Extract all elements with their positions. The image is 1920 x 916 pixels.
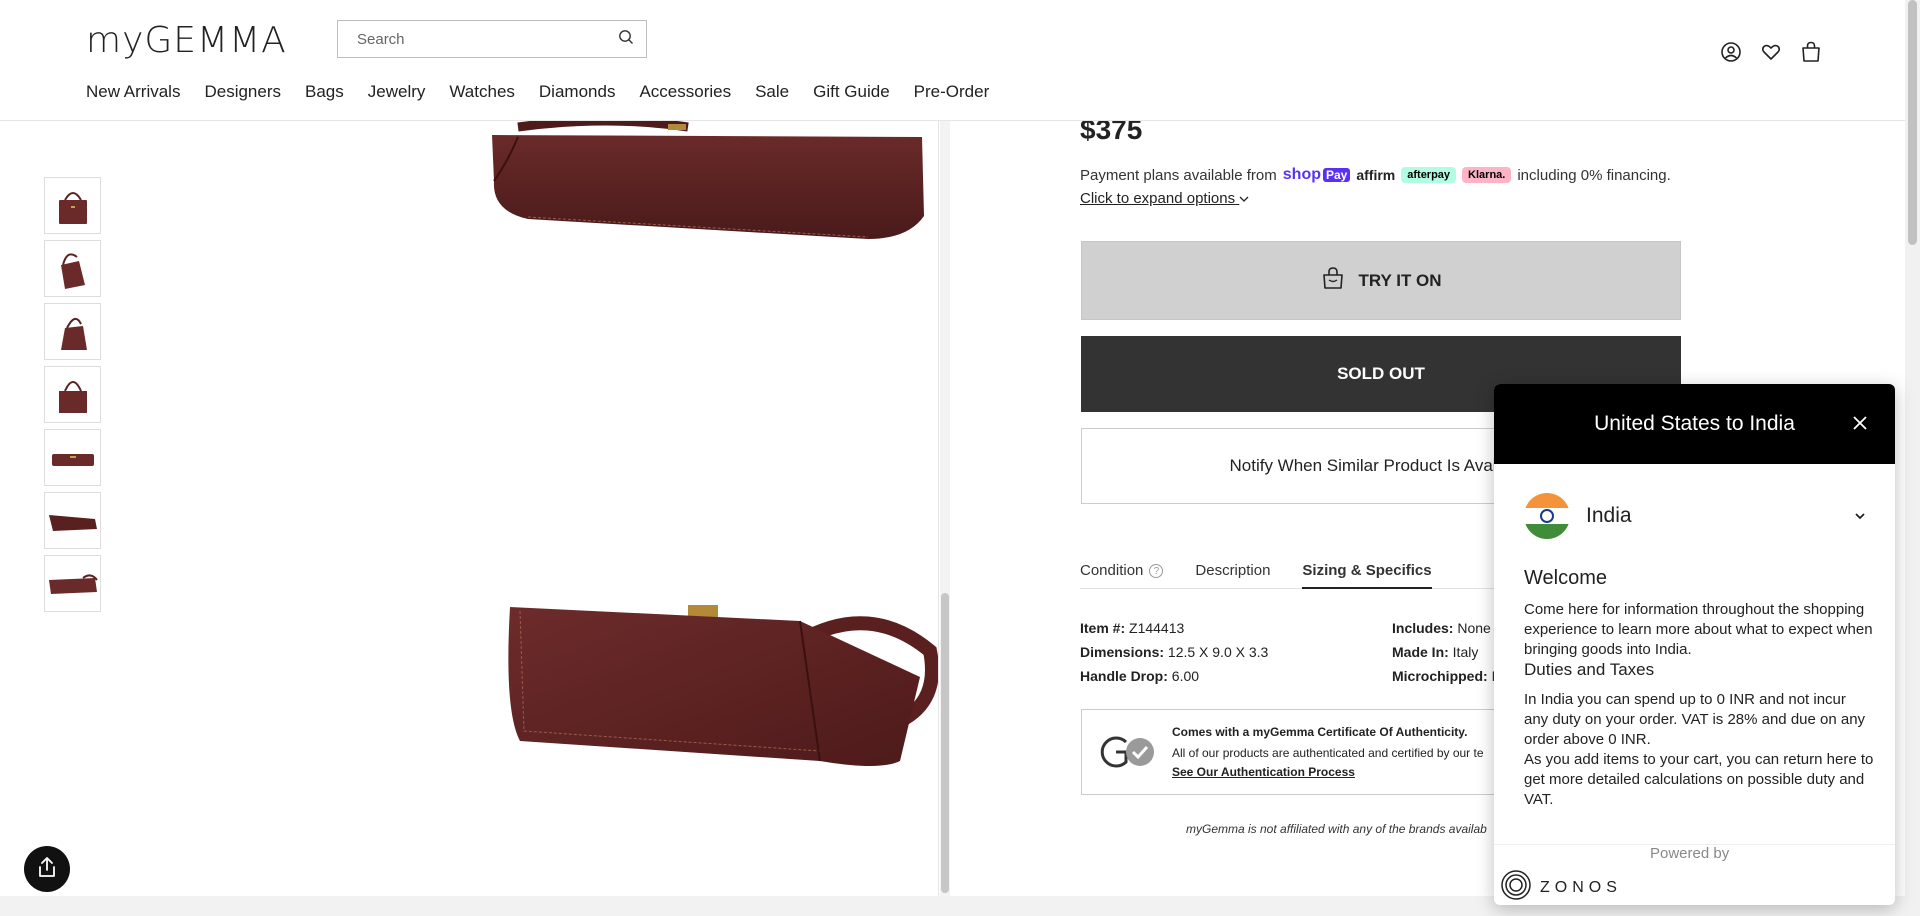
thumbnail[interactable] bbox=[44, 177, 101, 234]
chevron-down-icon bbox=[1239, 190, 1249, 207]
thumbnail[interactable] bbox=[44, 492, 101, 549]
zonos-brand-text: ZONOS bbox=[1540, 878, 1622, 896]
site-logo[interactable]: myGEMMA bbox=[86, 20, 287, 61]
india-flag-icon bbox=[1524, 493, 1570, 539]
zonos-logo[interactable]: ZONOS bbox=[1500, 869, 1622, 905]
search-input[interactable] bbox=[357, 30, 618, 48]
product-image-top[interactable] bbox=[488, 121, 928, 291]
cart-text: As you add items to your cart, you can r… bbox=[1524, 751, 1874, 808]
tab-condition[interactable]: Condition ? bbox=[1080, 562, 1164, 589]
shipping-welcome-modal: United States to India India Welcome Com… bbox=[1494, 384, 1895, 905]
specs-right: Includes: None Made In: Italy Microchipp… bbox=[1392, 616, 1502, 688]
wishlist-heart-icon[interactable] bbox=[1759, 40, 1783, 64]
nav-bags[interactable]: Bags bbox=[305, 82, 344, 102]
share-button[interactable] bbox=[24, 846, 70, 892]
nav-accessories[interactable]: Accessories bbox=[639, 82, 731, 102]
authenticity-check-icon bbox=[1096, 734, 1158, 770]
payment-suffix: including 0% financing. bbox=[1517, 166, 1671, 184]
klarna-logo: Klarna. bbox=[1462, 167, 1512, 183]
nav-designers[interactable]: Designers bbox=[204, 82, 281, 102]
nav-watches[interactable]: Watches bbox=[449, 82, 515, 102]
help-icon[interactable]: ? bbox=[1149, 564, 1164, 578]
close-icon[interactable] bbox=[1849, 412, 1871, 434]
page-scrollbar[interactable] bbox=[1905, 0, 1920, 916]
modal-body: Welcome Come here for information throug… bbox=[1524, 568, 1874, 810]
tab-description-label: Description bbox=[1195, 562, 1271, 579]
main-nav: New Arrivals Designers Bags Jewelry Watc… bbox=[86, 82, 1013, 102]
modal-title: United States to India bbox=[1594, 412, 1795, 435]
thumbnail-list bbox=[44, 177, 101, 612]
search-box[interactable] bbox=[337, 20, 647, 58]
shopping-bag-icon[interactable] bbox=[1799, 40, 1823, 64]
shop-pay-logo: shop Pay bbox=[1283, 166, 1351, 184]
spec-includes: Includes: None bbox=[1392, 620, 1491, 636]
expand-options-label: Click to expand options bbox=[1080, 190, 1236, 207]
afterpay-logo: afterpay bbox=[1401, 167, 1457, 183]
country-selector[interactable]: India bbox=[1524, 493, 1866, 539]
shop-pay-text: shop bbox=[1282, 166, 1321, 183]
spec-dimensions: Dimensions: 12.5 X 9.0 X 3.3 bbox=[1080, 644, 1269, 660]
tab-condition-label: Condition bbox=[1080, 562, 1144, 579]
welcome-text: Come here for information throughout the… bbox=[1524, 601, 1873, 658]
expand-options-link[interactable]: Click to expand options bbox=[1080, 190, 1249, 207]
try-it-on-button[interactable]: TRY IT ON bbox=[1081, 241, 1681, 320]
nav-gift-guide[interactable]: Gift Guide bbox=[813, 82, 890, 102]
thumbnail[interactable] bbox=[44, 303, 101, 360]
nav-pre-order[interactable]: Pre-Order bbox=[914, 82, 990, 102]
payment-prefix: Payment plans available from bbox=[1080, 166, 1277, 184]
page-scrollbar-thumb[interactable] bbox=[1908, 0, 1917, 245]
specs-left: Item #: Z144413 Dimensions: 12.5 X 9.0 X… bbox=[1080, 616, 1268, 688]
thumbnail[interactable] bbox=[44, 429, 101, 486]
spec-handle-drop: Handle Drop: 6.00 bbox=[1080, 668, 1200, 684]
gallery-scrollbar-thumb[interactable] bbox=[941, 593, 949, 893]
modal-header: United States to India bbox=[1494, 384, 1895, 464]
nav-new-arrivals[interactable]: New Arrivals bbox=[86, 82, 180, 102]
authenticity-title: Comes with a myGemma Certificate Of Auth… bbox=[1172, 725, 1468, 739]
authentication-process-link[interactable]: See Our Authentication Process bbox=[1172, 765, 1355, 779]
payment-plans: Payment plans available from shop Pay aff… bbox=[1080, 166, 1671, 184]
nav-jewelry[interactable]: Jewelry bbox=[368, 82, 426, 102]
brand-disclaimer: myGemma is not affiliated with any of th… bbox=[1186, 822, 1487, 836]
tab-description[interactable]: Description bbox=[1195, 562, 1270, 589]
country-name: India bbox=[1586, 504, 1632, 527]
spec-item-number: Item #: Z144413 bbox=[1080, 620, 1185, 636]
try-it-on-label: TRY IT ON bbox=[1358, 270, 1442, 290]
thumbnail[interactable] bbox=[44, 366, 101, 423]
site-header: myGEMMA New Arrivals Designers Bags Jewe… bbox=[0, 0, 1905, 121]
welcome-heading: Welcome bbox=[1524, 567, 1607, 589]
share-icon bbox=[37, 856, 57, 883]
thumbnail[interactable] bbox=[44, 240, 101, 297]
gallery-scrollbar[interactable] bbox=[940, 121, 950, 896]
search-icon[interactable] bbox=[618, 29, 634, 50]
zonos-mark-icon bbox=[1500, 869, 1532, 905]
spec-microchipped: Microchipped: N bbox=[1392, 668, 1502, 684]
spec-made-in: Made In: Italy bbox=[1392, 644, 1479, 660]
duties-text: In India you can spend up to 0 INR and n… bbox=[1524, 691, 1866, 748]
powered-by-label: Powered by bbox=[1650, 845, 1730, 862]
gallery-divider bbox=[938, 121, 939, 896]
shop-pay-suffix: Pay bbox=[1322, 168, 1351, 182]
product-image-bottom[interactable] bbox=[500, 591, 938, 821]
authenticity-text: All of our products are authenticated an… bbox=[1172, 746, 1484, 760]
tab-sizing-specifics[interactable]: Sizing & Specifics bbox=[1302, 562, 1432, 589]
duties-heading: Duties and Taxes bbox=[1524, 660, 1655, 679]
account-icon[interactable] bbox=[1719, 40, 1743, 64]
affirm-logo: affirm bbox=[1356, 167, 1396, 183]
thumbnail[interactable] bbox=[44, 555, 101, 612]
modal-footer: Powered by ZONOS bbox=[1494, 844, 1895, 905]
nav-sale[interactable]: Sale bbox=[755, 82, 789, 102]
nav-diamonds[interactable]: Diamonds bbox=[539, 82, 616, 102]
tab-sizing-label: Sizing & Specifics bbox=[1302, 562, 1432, 579]
chevron-down-icon[interactable] bbox=[1854, 507, 1866, 525]
header-icons bbox=[1719, 40, 1823, 64]
bag-try-icon bbox=[1320, 265, 1346, 296]
product-gallery bbox=[0, 121, 938, 896]
